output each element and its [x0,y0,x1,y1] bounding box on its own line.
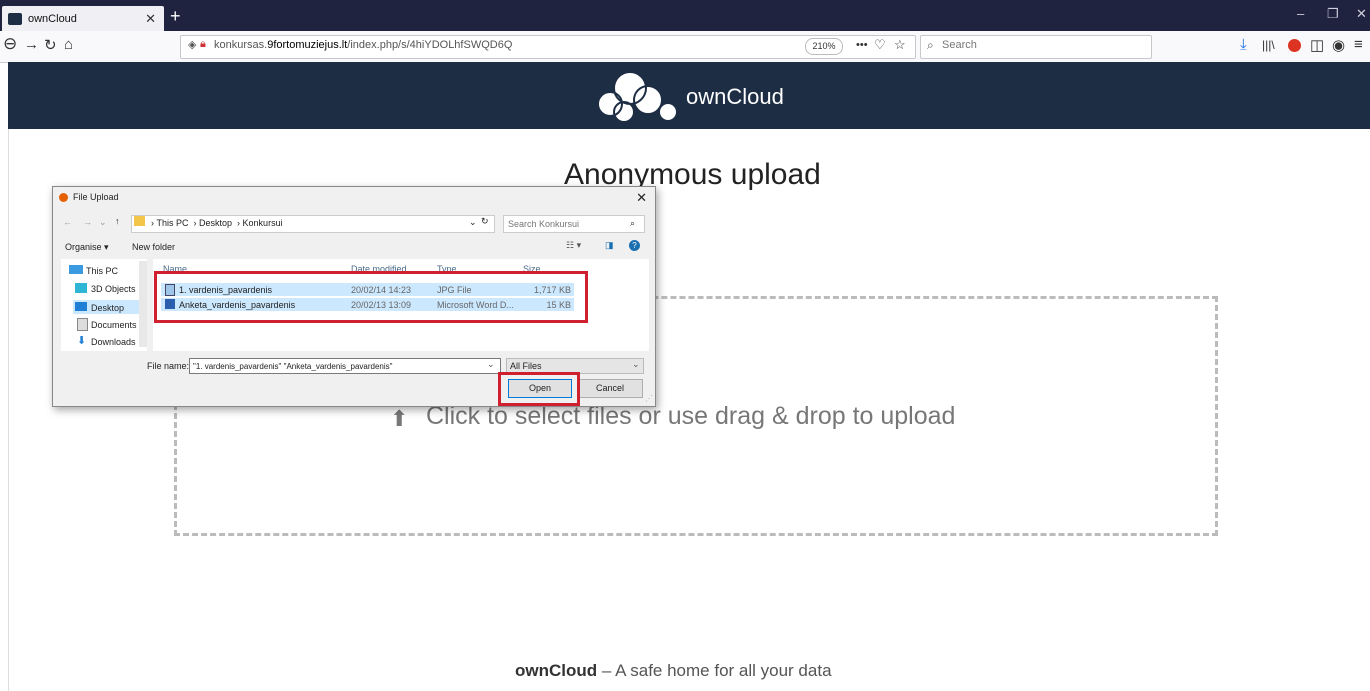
upload-icon: ⬆ [390,406,409,431]
open-highlight-box [498,372,580,406]
address-dropdown-icon[interactable]: ⌄ [469,217,477,228]
resize-grip-icon[interactable]: ⋰ [645,394,653,403]
window-close-icon[interactable]: ✕ [1356,6,1367,22]
tab-close-icon[interactable]: ✕ [145,11,156,27]
browser-tab[interactable]: ownCloud ✕ [2,6,164,31]
dialog-search-input[interactable]: Search Konkursui [508,219,579,229]
crumb-konkursui[interactable]: Konkursui [243,218,283,228]
footer-brand: ownCloud [515,661,598,680]
dialog-close-icon[interactable]: ✕ [636,190,647,206]
restore-icon[interactable]: ❐ [1327,6,1339,22]
crumb-desktop[interactable]: Desktop [199,218,232,228]
3d-objects-icon [75,283,87,293]
owncloud-logo-icon [597,71,676,123]
nav-this-pc[interactable]: This PC [86,266,118,276]
adblock-icon[interactable] [1288,39,1301,52]
help-icon[interactable]: ? [629,240,640,251]
firefox-icon [59,193,68,202]
downloads-icon: ⬇ [77,335,87,347]
breadcrumb: › This PC › Desktop › Konkursui [151,218,283,228]
reload-icon[interactable]: ↻ [44,36,57,54]
search-icon: ⌕ [927,38,934,52]
insecure-lock-icon[interactable]: 🔒︎ [200,38,206,51]
filename-label: File name: [147,361,190,371]
footer-tagline: – A safe home for all your data [597,661,832,680]
nav-scrollbar[interactable] [139,261,147,347]
home-icon[interactable]: ⌂ [64,36,73,53]
back-icon[interactable]: ⊖ [3,34,17,54]
download-icon[interactable]: ⤓ [1240,36,1247,53]
dialog-title: File Upload [73,192,119,202]
dialog-search-icon: ⌕ [630,218,636,228]
shield-icon[interactable]: ◈ [188,38,196,51]
minimize-icon[interactable]: – [1297,6,1304,21]
bookmark-star-icon[interactable]: ☆ [894,37,906,53]
nav-desktop[interactable]: Desktop [91,303,124,313]
owncloud-favicon-icon [8,12,22,25]
cancel-button[interactable]: Cancel [577,379,643,398]
sidebar-icon[interactable]: ◫ [1310,36,1324,54]
nav-downloads[interactable]: Downloads [91,337,136,347]
new-folder-button[interactable]: New folder [132,242,175,252]
library-icon[interactable]: |||\ [1262,38,1275,52]
new-tab-icon[interactable]: + [170,6,181,27]
view-options-icon[interactable]: ☷ ▾ [566,240,581,251]
page-actions-icon[interactable]: ••• [856,39,868,51]
refresh-icon[interactable]: ↻ [481,216,489,227]
recent-dropdown-icon[interactable]: ⌄ [99,217,107,228]
browser-titlebar [0,0,1370,31]
url-text[interactable]: konkursas.9fortomuziejus.lt/index.php/s/… [214,39,512,51]
search-input[interactable]: Search [942,39,977,51]
nav-back-icon[interactable]: ← [63,217,72,227]
nav-3d-objects[interactable]: 3D Objects [91,284,136,294]
nav-documents[interactable]: Documents [91,320,137,330]
filename-dropdown-icon[interactable]: ⌄ [487,359,495,370]
preview-pane-icon[interactable]: ◨ [605,240,614,251]
filetype-value: All Files [510,361,542,371]
desktop-icon [75,302,87,311]
organise-button[interactable]: Organise ▾ [65,242,109,253]
account-icon[interactable]: ◉ [1332,36,1345,54]
menu-icon[interactable]: ≡ [1354,36,1363,53]
filetype-dropdown-icon[interactable]: ⌄ [632,359,640,370]
crumb-this-pc[interactable]: This PC [157,218,189,228]
filename-value[interactable]: "1. vardenis_pavardenis" "Anketa_vardeni… [193,362,392,371]
this-pc-icon [69,265,83,274]
pocket-icon[interactable]: ♡ [874,37,886,53]
file-upload-dialog: File Upload ✕ ← → ⌄ ↑ › This PC › Deskto… [52,186,656,407]
forward-icon[interactable]: → [24,36,39,53]
folder-icon [134,216,145,226]
files-highlight-box [154,271,588,323]
nav-forward-icon[interactable]: → [83,217,92,227]
documents-icon [77,318,88,331]
page-footer: ownCloud – A safe home for all your data [515,661,832,681]
nav-up-icon[interactable]: ↑ [115,216,120,226]
zoom-level[interactable]: 210% [805,38,843,55]
owncloud-brand: ownCloud [686,84,784,109]
tab-title: ownCloud [28,12,77,25]
